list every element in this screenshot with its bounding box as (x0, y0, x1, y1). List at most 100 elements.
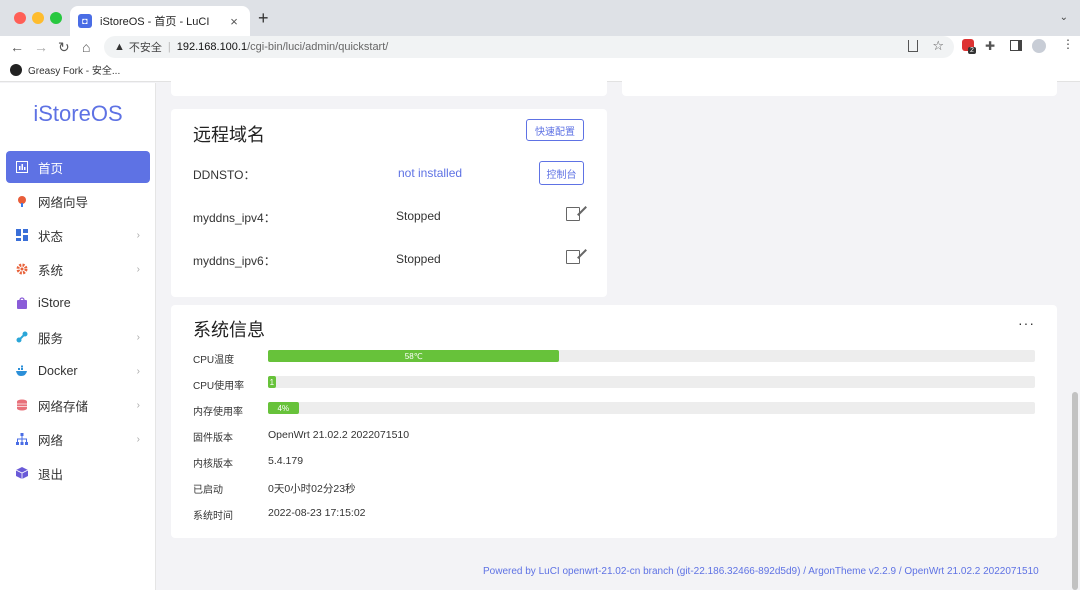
system-time-label: 系统时间 (193, 511, 233, 522)
myddns-ipv6-status: Stopped (396, 252, 441, 266)
footer-powered-by[interactable]: Powered by LuCI openwrt-21.02-cn branch … (483, 566, 1039, 577)
firmware-label: 固件版本 (193, 433, 233, 444)
tab-list-chevron-icon[interactable]: ⌄ (1060, 12, 1068, 23)
sidebar-item-label: 网络 (38, 433, 64, 448)
favicon-icon: ◘ (78, 14, 92, 28)
myddns-ipv6-label: myddns_ipv6： (193, 254, 276, 268)
gear-icon (16, 263, 28, 275)
uptime-value: 0天0小时02分23秒 (268, 483, 356, 495)
sidebar-item-services[interactable]: 服务 › (6, 321, 150, 353)
cpu-usage-bar: 1 (268, 376, 1035, 388)
edit-icon[interactable] (566, 250, 580, 264)
sidebar-item-network[interactable]: 网络 › (6, 423, 150, 455)
close-window-button[interactable] (14, 12, 26, 24)
edit-icon[interactable] (566, 207, 580, 221)
card-partial-left (171, 76, 607, 96)
chevron-right-icon: › (136, 263, 140, 275)
remote-domain-title: 远程域名 (193, 125, 265, 145)
cpu-usage-label: CPU使用率 (193, 381, 245, 392)
system-time-value: 2022-08-23 17:15:02 (268, 507, 366, 519)
home-icon[interactable]: ⌂ (82, 38, 90, 56)
bookmark-item[interactable]: Greasy Fork - 安全... (28, 62, 120, 77)
sidebar-item-label: 网络向导 (38, 195, 89, 210)
tab-title: iStoreOS - 首页 - LuCI (100, 16, 210, 28)
quick-config-button[interactable]: 快速配置 (526, 119, 584, 141)
cpu-usage-fill: 1 (268, 376, 276, 388)
sidebar-item-label: 系统 (38, 263, 64, 278)
services-icon (16, 331, 28, 343)
sidebar-item-status[interactable]: 状态 › (6, 219, 150, 251)
browser-menu-icon[interactable]: ⋮ (1062, 37, 1074, 51)
url-path: /cgi-bin/luci/admin/quickstart/ (247, 41, 389, 53)
chevron-right-icon: › (136, 331, 140, 343)
storage-icon (17, 399, 27, 411)
system-info-card: 系统信息 ··· CPU温度 58℃ CPU使用率 1 内存使用率 4% 固件版… (171, 305, 1057, 538)
url-host: 192.168.100.1 (176, 41, 248, 53)
chevron-right-icon: › (136, 399, 140, 411)
ddnsto-label: DDNSTO： (193, 168, 256, 182)
myddns-ipv4-status: Stopped (396, 209, 441, 223)
chevron-right-icon: › (136, 365, 140, 377)
sidebar-item-logout[interactable]: 退出 (6, 457, 150, 489)
dashboard-icon (16, 161, 28, 173)
myddns-ipv4-label: myddns_ipv4： (193, 211, 276, 225)
extension-badge: 2 (968, 47, 976, 54)
chevron-right-icon: › (136, 229, 140, 241)
sidebar-item-label: iStore (38, 296, 71, 310)
maximize-window-button[interactable] (50, 12, 62, 24)
url-separator: | (167, 41, 171, 53)
sidebar-item-label: 首页 (38, 161, 64, 176)
docker-icon (16, 365, 27, 376)
side-panel-icon[interactable] (1010, 40, 1022, 51)
sidebar-item-istore[interactable]: iStore (6, 287, 150, 319)
browser-tab-bar: ◘ iStoreOS - 首页 - LuCI × + ⌄ (0, 0, 1080, 36)
profile-avatar[interactable] (1032, 39, 1046, 53)
sidebar-item-docker[interactable]: Docker › (6, 355, 150, 387)
warning-icon: ▲ (114, 41, 125, 53)
brand-logo[interactable]: iStoreOS (0, 101, 156, 127)
sidebar-item-storage[interactable]: 网络存储 › (6, 389, 150, 421)
browser-toolbar: ← → ↻ ⌂ ▲ 不安全 | 192.168.100.1 /cgi-bin/l… (0, 36, 1080, 58)
kernel-value: 5.4.179 (268, 455, 304, 467)
extensions-puzzle-icon[interactable]: ✚ (985, 39, 995, 53)
sidebar-item-network-wizard[interactable]: 网络向导 (6, 185, 150, 217)
browser-tab[interactable]: ◘ iStoreOS - 首页 - LuCI × (70, 6, 250, 36)
more-options-icon[interactable]: ··· (1018, 315, 1035, 331)
remote-domain-card: 远程域名 快速配置 DDNSTO： not installed 控制台 mydd… (171, 109, 607, 297)
memory-usage-label: 内存使用率 (193, 407, 243, 418)
chevron-right-icon: › (136, 433, 140, 445)
memory-usage-bar: 4% (268, 402, 1035, 414)
store-icon (17, 297, 27, 309)
cpu-temp-fill: 58℃ (268, 350, 560, 362)
greasyfork-icon (10, 63, 22, 76)
card-partial-right (622, 76, 1057, 96)
reload-icon[interactable]: ↻ (58, 38, 70, 56)
system-info-title: 系统信息 (193, 320, 265, 340)
sidebar-item-label: Docker (38, 364, 78, 378)
network-icon (16, 433, 28, 445)
sidebar-item-label: 退出 (38, 467, 64, 482)
sidebar-item-system[interactable]: 系统 › (6, 253, 150, 285)
sidebar-item-label: 服务 (38, 331, 64, 346)
wizard-icon (18, 196, 26, 207)
new-tab-icon[interactable]: + (258, 9, 269, 27)
ddnsto-status[interactable]: not installed (398, 166, 462, 180)
sidebar: iStoreOS 首页 网络向导 状态 › 系统 › iStore 服务 › D… (0, 83, 156, 590)
cpu-temp-bar: 58℃ (268, 350, 1035, 362)
sidebar-item-home[interactable]: 首页 (6, 151, 150, 183)
bookmark-star-icon[interactable]: ☆ (932, 38, 944, 54)
minimize-window-button[interactable] (32, 12, 44, 24)
console-button[interactable]: 控制台 (539, 161, 584, 185)
back-icon[interactable]: ← (10, 38, 24, 56)
url-bar[interactable]: ▲ 不安全 | 192.168.100.1 /cgi-bin/luci/admi… (104, 36, 954, 58)
close-tab-icon[interactable]: × (226, 14, 242, 29)
status-icon (16, 229, 28, 241)
forward-icon[interactable]: → (34, 38, 48, 56)
insecure-label: 不安全 (128, 42, 162, 54)
share-icon[interactable] (908, 40, 918, 52)
kernel-label: 内核版本 (193, 459, 233, 470)
sidebar-item-label: 状态 (38, 229, 64, 244)
firmware-value: OpenWrt 21.02.2 2022071510 (268, 429, 410, 441)
page-scrollbar[interactable] (1072, 392, 1078, 590)
sidebar-item-label: 网络存储 (38, 399, 89, 414)
